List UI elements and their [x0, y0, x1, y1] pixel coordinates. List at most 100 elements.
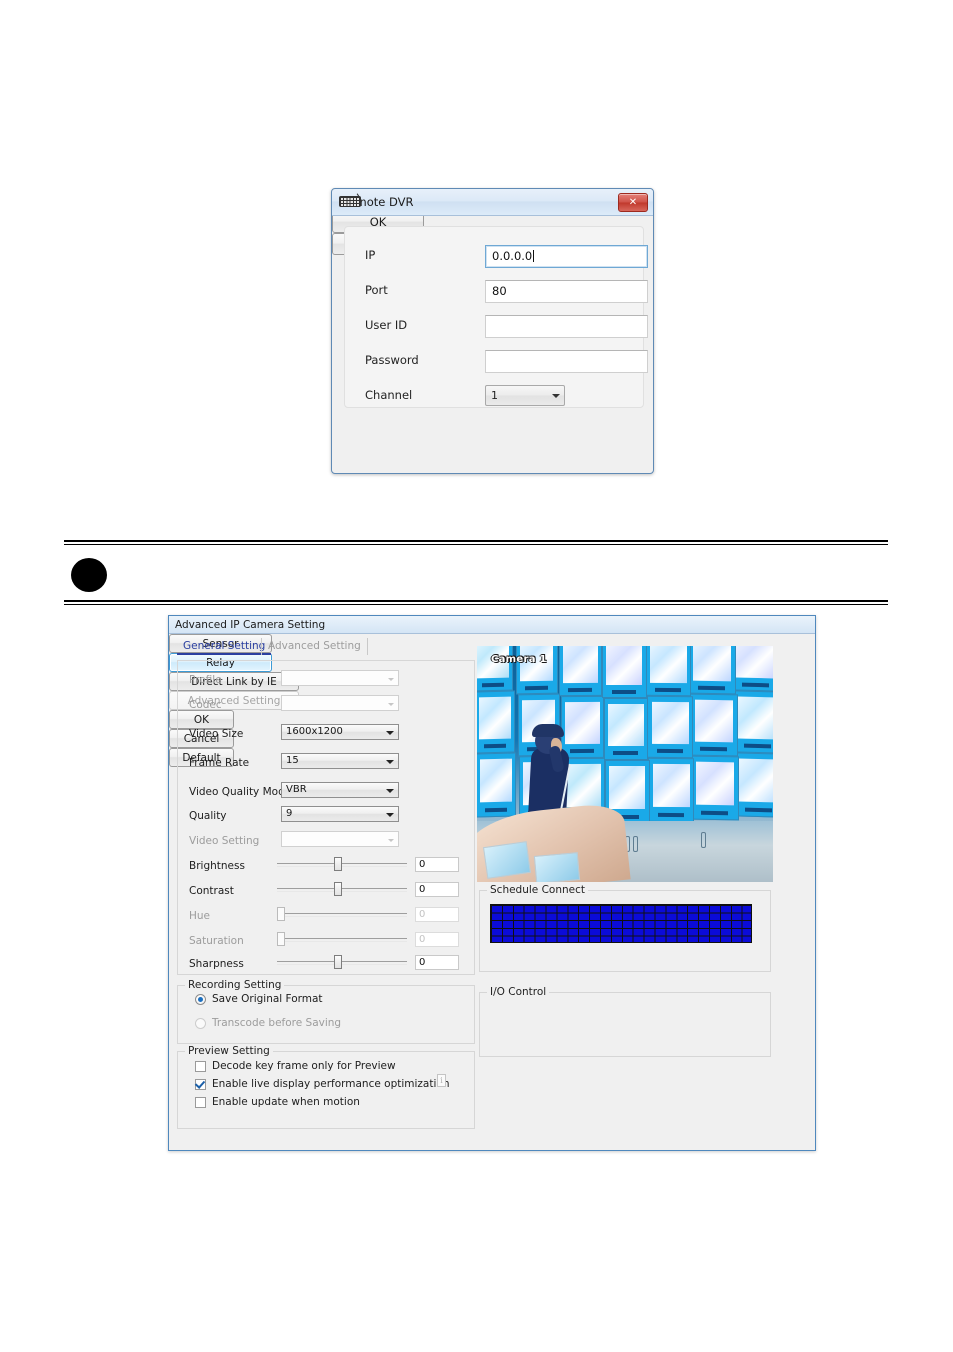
quality-select[interactable]: 9: [281, 806, 399, 822]
channel-select[interactable]: 1: [485, 385, 565, 406]
wall-monitor-bar: [699, 746, 727, 752]
contrast-value[interactable]: 0: [415, 882, 459, 897]
wall-monitor: [646, 695, 693, 758]
video-quality-mode-select[interactable]: VBR: [281, 782, 399, 798]
desk-screen: [533, 852, 581, 882]
wall-monitor-bar: [611, 689, 637, 694]
adv-title: Advanced IP Camera Setting: [175, 618, 326, 631]
wall-monitor: [688, 646, 736, 695]
field-row-user-id: User ID: [365, 315, 648, 338]
slider-thumb[interactable]: [334, 955, 342, 969]
wall-monitor-bar: [481, 682, 504, 688]
wall-monitor-screen: [695, 761, 735, 806]
wall-monitor-screen: [563, 646, 598, 683]
wall-monitor-screen: [692, 646, 732, 681]
chevron-down-icon: [386, 731, 394, 735]
chevron-down-icon: [388, 703, 394, 706]
sharpness-label: Sharpness: [189, 958, 244, 970]
frame-rate-select[interactable]: 15: [281, 753, 399, 769]
chevron-down-icon: [552, 394, 560, 398]
slider-track: [277, 888, 407, 892]
remote-dvr-fields-panel: IP 0.0.0.0 Port 80 User ID Password Chan…: [344, 226, 648, 408]
codec-label: Codec: [189, 699, 222, 711]
hue-value[interactable]: 0: [415, 907, 459, 922]
tab-advanced-setting[interactable]: Advanced Setting: [261, 638, 368, 655]
user-id-input[interactable]: [485, 315, 648, 338]
brightness-slider[interactable]: [277, 857, 407, 871]
camera-preview[interactable]: Camera 1: [477, 646, 773, 882]
hue-label: Hue: [189, 910, 211, 922]
password-input[interactable]: [485, 350, 648, 373]
close-icon[interactable]: ✕: [618, 193, 648, 212]
wall-monitor: [477, 646, 513, 692]
schedule-connect-title: Schedule Connect: [487, 884, 589, 896]
cabinet-handle: [633, 836, 638, 852]
chevron-down-icon: [386, 789, 394, 793]
wall-monitor-bar: [568, 687, 593, 692]
brightness-label: Brightness: [189, 860, 245, 872]
slider-thumb[interactable]: [277, 907, 285, 921]
save-original-format-label: Save Original Format: [212, 993, 323, 1005]
saturation-value[interactable]: 0: [415, 932, 459, 947]
sharpness-value[interactable]: 0: [415, 955, 459, 970]
port-label: Port: [365, 283, 388, 297]
contrast-label: Contrast: [189, 885, 234, 897]
frame-rate-label: Frame Rate: [189, 757, 250, 769]
codec-select[interactable]: [281, 695, 399, 711]
wall-monitor: [559, 646, 603, 696]
wall-monitor-screen: [566, 763, 601, 808]
wall-monitor-bar: [654, 687, 681, 692]
checkbox-enable-live-display-optimization[interactable]: [195, 1079, 206, 1090]
slider-thumb[interactable]: [334, 857, 342, 871]
wall-monitor-screen: [735, 646, 773, 679]
wall-monitor-screen: [651, 701, 689, 744]
saturation-slider[interactable]: [277, 932, 407, 946]
slider-track: [277, 863, 407, 867]
profile-select[interactable]: [281, 670, 399, 686]
radio-save-original-format[interactable]: [195, 994, 206, 1005]
divider-top: [64, 540, 888, 545]
wall-monitor-screen: [606, 646, 643, 685]
wall-monitor-screen: [652, 763, 690, 808]
brightness-value[interactable]: 0: [415, 857, 459, 872]
wall-monitor: [734, 752, 773, 819]
video-setting-select[interactable]: [281, 831, 399, 847]
chevron-down-icon: [386, 760, 394, 764]
ip-input[interactable]: 0.0.0.0: [485, 245, 648, 268]
chevron-down-icon: [388, 839, 394, 842]
hue-slider[interactable]: [277, 907, 407, 921]
sharpness-slider[interactable]: [277, 955, 407, 969]
wall-monitor-screen: [738, 758, 773, 804]
wall-monitor: [732, 690, 773, 755]
radio-transcode-before-saving[interactable]: [195, 1018, 206, 1029]
checkbox-enable-update-when-motion[interactable]: [195, 1097, 206, 1108]
wall-monitor: [603, 698, 649, 760]
wall-monitor-bar: [524, 685, 548, 690]
video-size-select[interactable]: 1600x1200: [281, 724, 399, 740]
channel-label: Channel: [365, 388, 413, 402]
port-input[interactable]: 80: [485, 280, 648, 303]
wall-monitor-bar: [656, 748, 683, 754]
info-icon[interactable]: i: [437, 1074, 446, 1087]
contrast-slider[interactable]: [277, 882, 407, 896]
divider-bottom: [64, 600, 888, 605]
user-id-label: User ID: [365, 318, 408, 332]
slider-track: [277, 938, 407, 942]
wall-monitor: [731, 646, 773, 693]
schedule-grid[interactable]: [490, 904, 752, 943]
field-row-port: Port 80: [365, 280, 648, 303]
slider-thumb[interactable]: [334, 882, 342, 896]
person-cap: [532, 724, 564, 737]
cabinet-handle: [701, 832, 706, 848]
io-control-group: I/O Control: [479, 986, 771, 1057]
field-row-channel: Channel 1: [365, 385, 629, 407]
field-row-ip: IP 0.0.0.0: [365, 245, 648, 268]
wall-monitor-bar: [569, 748, 594, 754]
wall-monitor-screen: [607, 703, 644, 746]
slider-thumb[interactable]: [277, 932, 285, 946]
tab-general-setting[interactable]: General Setting: [177, 638, 272, 655]
preview-setting-title: Preview Setting: [185, 1045, 273, 1057]
ip-label: IP: [365, 248, 376, 262]
video-setting-label: Video Setting: [189, 835, 260, 847]
checkbox-decode-key-frame[interactable]: [195, 1061, 206, 1072]
